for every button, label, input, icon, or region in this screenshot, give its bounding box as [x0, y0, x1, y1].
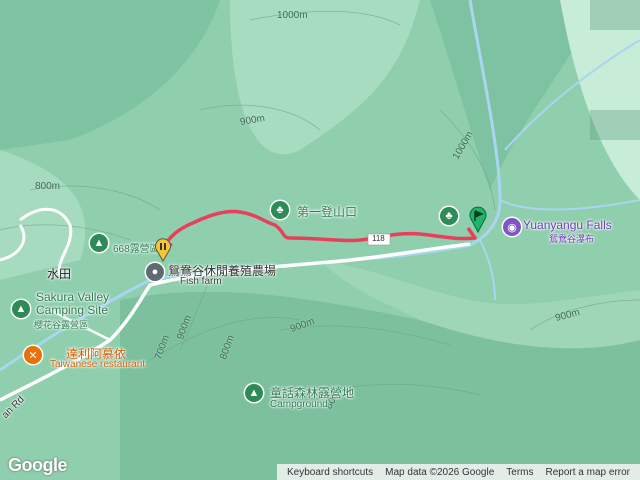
place-label-camp668[interactable]: 668露營區: [113, 240, 160, 255]
map-data-label: Map data ©2026 Google: [385, 466, 495, 478]
contour-label: 800m: [35, 181, 61, 192]
terms-link[interactable]: Terms: [500, 467, 539, 478]
place-sublabel-fishfarm: Fish farm: [180, 276, 222, 287]
tree-icon[interactable]: ♣: [440, 207, 458, 225]
tree-icon[interactable]: ♣: [271, 201, 289, 219]
road-shield-label: 118: [372, 234, 385, 243]
place-label-trailhead[interactable]: 第一登山口: [297, 203, 357, 220]
attribution-bar: Keyboard shortcuts Map data ©2026 Google…: [276, 464, 640, 480]
place-sublabel-falls: 鴛鴦谷瀑布: [549, 234, 595, 244]
report-error-link[interactable]: Report a map error: [540, 467, 636, 478]
contour-label: 1000m: [277, 10, 308, 21]
google-logo: Google: [8, 455, 68, 475]
fork-knife-icon[interactable]: ✕: [24, 346, 42, 364]
place-label-sakura[interactable]: Sakura Valley Camping Site: [36, 291, 126, 317]
keyboard-shortcuts-link[interactable]: Keyboard shortcuts: [281, 467, 379, 478]
dot-icon[interactable]: ●: [146, 263, 164, 281]
place-sublabel-restaurant: Taiwanese restaurant: [50, 359, 146, 370]
tent-icon[interactable]: ▲: [12, 300, 30, 318]
camera-icon[interactable]: ◉: [503, 218, 521, 236]
place-label-falls[interactable]: Yuanyangu Falls: [523, 218, 612, 232]
tent-icon[interactable]: ▲: [90, 234, 108, 252]
tent-icon[interactable]: ▲: [245, 384, 263, 402]
place-sublabel-sakura: 櫻花谷露營區: [34, 320, 89, 330]
pause-pin-icon[interactable]: [154, 238, 172, 262]
place-label-shuitian: 水田: [47, 267, 72, 281]
flag-pin-icon[interactable]: [468, 205, 488, 233]
place-sublabel-fairy: Campground: [270, 399, 328, 410]
